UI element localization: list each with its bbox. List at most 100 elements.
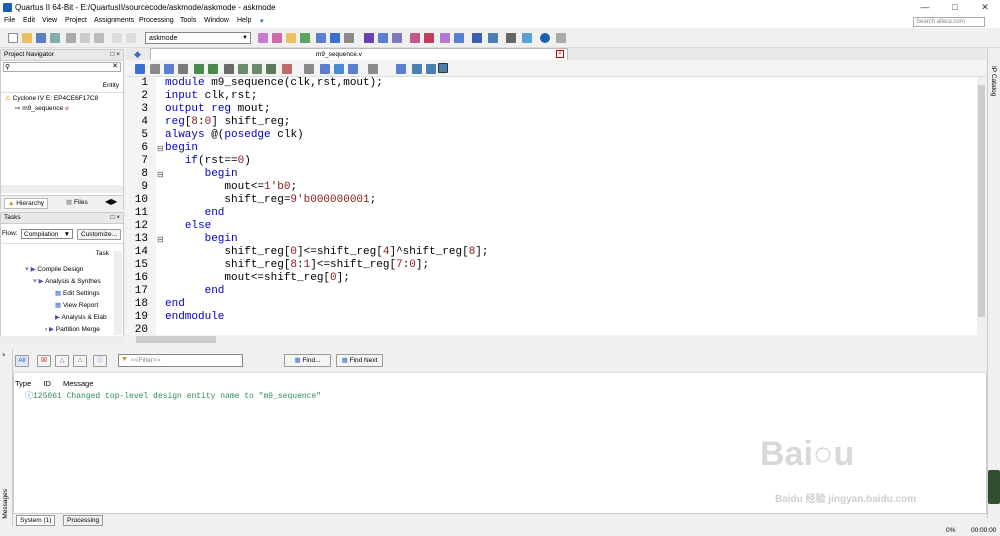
timing-icon[interactable] [392,33,402,43]
tab-system[interactable]: System (1) [16,515,56,526]
code-line[interactable]: if(rst==0) [165,155,251,167]
tasks-hscrollbar[interactable] [0,336,124,344]
window-icon[interactable] [412,64,422,74]
feedback-icon[interactable] [556,33,566,43]
paste-icon[interactable] [94,33,104,43]
move-icon[interactable] [368,64,378,74]
task-compile-design[interactable]: ˅ ▶ Compile Design [25,265,83,273]
top-entity-item[interactable]: ⇨ m9_sequence ⌀ [15,104,69,112]
block-icon[interactable] [304,64,314,74]
open-folder-icon[interactable] [22,33,32,43]
menu-file[interactable]: File [4,17,15,24]
menu-tools[interactable]: Tools [180,17,196,24]
code-line[interactable]: mout<=shift_reg[0]; [165,272,349,284]
critical-warning-filter-icon[interactable]: △ [55,355,69,367]
ip-catalog-sidebar[interactable]: IP Catalog [987,48,1000,518]
find-button[interactable]: ▦ Find... [284,354,331,367]
panel-close-icon[interactable]: □ × [110,50,120,60]
insert-template-icon[interactable] [334,64,344,74]
task-analysis-synthesis[interactable]: ˅ ▶ Analysis & Synthes [33,277,101,285]
indent-icon[interactable] [194,64,204,74]
diamond-icon[interactable] [316,33,326,43]
fold-marker-icon[interactable]: ⊟ [157,170,164,179]
programmer-icon[interactable] [472,33,482,43]
task-partition-merge[interactable]: › ▶ Partition Merge [45,325,100,333]
lines-icon[interactable] [396,64,406,74]
tab-m9-sequence[interactable]: m9_sequence.v × [150,48,568,60]
task-edit-settings[interactable]: ▦ Edit Settings [55,289,99,297]
task-analysis-elaboration[interactable]: ▶ Analysis & Elab [55,313,107,321]
bookmark-icon[interactable] [224,64,234,74]
chip-icon[interactable] [522,33,532,43]
tab-scroll-arrows-icon[interactable]: ◀▶ [105,197,117,206]
maximize-button[interactable]: □ [940,0,970,15]
pin-planner-icon[interactable] [272,33,282,43]
stop-icon[interactable] [344,33,354,43]
ssn-icon[interactable] [488,33,498,43]
tab-menu-icon[interactable]: ◆ [134,49,144,59]
close-tab-icon[interactable]: × [556,50,564,58]
wrap-icon[interactable] [348,64,358,74]
split-icon[interactable] [426,64,436,74]
wand-icon[interactable] [286,33,296,43]
template-icon[interactable] [320,64,330,74]
start-compilation-icon[interactable] [364,33,374,43]
info-filter-icon[interactable]: ⓘ [93,355,107,367]
code-line[interactable]: end [165,207,225,219]
menu-edit[interactable]: Edit [23,17,35,24]
tab-files[interactable]: ▦ Files [63,198,91,207]
close-button[interactable]: ✕ [970,0,1000,15]
fold-marker-icon[interactable]: ⊟ [157,144,164,153]
code-line[interactable]: shift_reg=9'b000000001; [165,194,376,206]
code-line[interactable]: shift_reg[8:1]<=shift_reg[7:0]; [165,259,429,271]
tab-processing[interactable]: Processing [63,515,104,526]
customize-button[interactable]: Customize... [77,229,121,240]
sim-icon[interactable] [410,33,420,43]
code-line[interactable]: always @(posedge clk) [165,129,304,141]
code-line[interactable]: shift_reg[0]<=shift_reg[4]^shift_reg[8]; [165,246,488,258]
task-view-report[interactable]: ▦ View Report [55,301,98,309]
chip-planner-icon[interactable] [258,33,268,43]
bookmark-clear-icon[interactable] [266,64,276,74]
editor-hscrollbar[interactable] [126,335,977,344]
minimize-button[interactable]: — [910,0,940,15]
copy-icon[interactable] [80,33,90,43]
code-line[interactable]: endmodule [165,311,224,323]
goto-icon[interactable] [178,64,188,74]
panel-close-icon[interactable]: □ × [110,213,120,223]
redo-icon[interactable] [126,33,136,43]
code-line[interactable]: begin [165,142,198,154]
bookmark-next-icon[interactable] [238,64,248,74]
analysis-icon[interactable] [378,33,388,43]
outdent-icon[interactable] [208,64,218,74]
cut-icon[interactable] [66,33,76,43]
search-input[interactable]: Search altera.com [913,17,985,27]
replace-icon[interactable] [164,64,174,74]
code-line[interactable]: output reg mout; [165,103,271,115]
help-icon[interactable]: ▾ [260,17,264,25]
fold-marker-icon[interactable]: ⊟ [157,235,164,244]
all-filter-button[interactable]: All [15,355,29,367]
entity-select[interactable]: askmode ▼ [145,32,251,44]
tab-hierarchy[interactable]: ▲ Hierarchy [4,198,49,209]
power-icon[interactable] [424,33,434,43]
help-circle-icon[interactable] [540,33,550,43]
hscrollbar[interactable] [1,185,123,193]
diamond2-icon[interactable] [330,33,340,43]
side-widget-icon[interactable] [988,470,1000,504]
menu-view[interactable]: View [42,17,57,24]
bookmark-prev-icon[interactable] [252,64,262,74]
tool-icon[interactable] [506,33,516,43]
menu-project[interactable]: Project [65,17,87,24]
device-item[interactable]: ⚠ Cyclone IV E: EP4CE6F17C8 [5,94,98,102]
menu-processing[interactable]: Processing [139,17,174,24]
new-file-icon[interactable] [8,33,18,43]
code-line[interactable]: mout<=1'b0; [165,181,297,193]
undo-icon[interactable] [112,33,122,43]
message-row[interactable]: ⓘ125061 Changed top-level design entity … [25,390,321,401]
scroll-thumb[interactable] [136,336,216,343]
code-line[interactable]: begin [165,233,238,245]
code-line[interactable]: begin [165,168,238,180]
code-line[interactable]: input clk,rst; [165,90,257,102]
warning-filter-icon[interactable]: ⚠ [73,355,87,367]
